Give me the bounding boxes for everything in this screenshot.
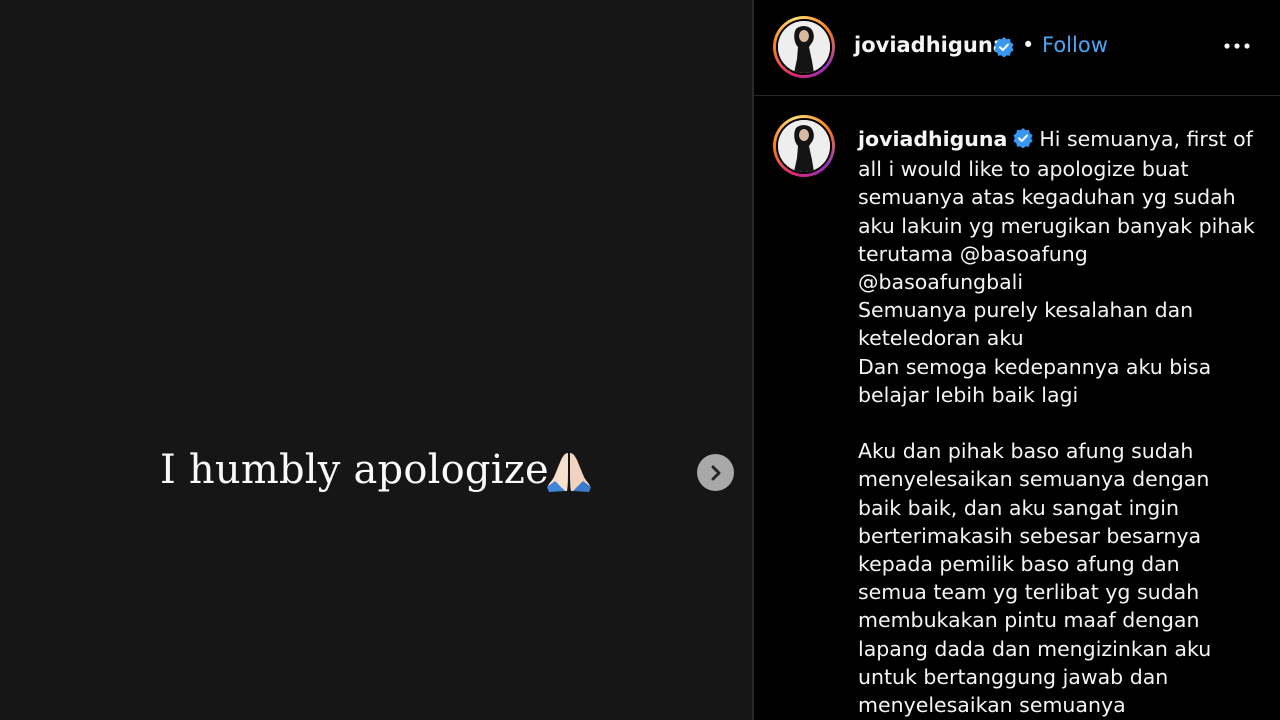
header-username[interactable]: joviadhiguna [854, 33, 1007, 57]
caption-line: keteledoran aku [858, 326, 1024, 351]
caption-line: belajar lebih baik lagi [858, 382, 1079, 407]
next-slide-button[interactable] [697, 454, 734, 491]
post-header: joviadhiguna • Follow [754, 0, 1280, 96]
chevron-right-icon [711, 465, 720, 480]
verified-badge-icon [994, 37, 1014, 61]
caption-line: aku lakuin yg merugikan banyak pihak [858, 213, 1255, 238]
folded-hands-icon [545, 447, 593, 493]
follow-button[interactable]: Follow [1042, 33, 1108, 57]
caption-line: semua team yg terlibat yg sudah [858, 580, 1200, 605]
caption-text: joviadhiguna Hi semuanya, first of all i … [858, 125, 1258, 719]
caption-line: lapang dada dan mengizinkan aku [858, 636, 1212, 661]
post-side-panel: joviadhiguna • Follow joviadhiguna Hi se… [754, 0, 1280, 720]
caption-line: menyelesaikan semuanya dengan [858, 467, 1210, 492]
caption-line: all i would like to apologize buat [858, 157, 1189, 182]
caption-line: menyelesaikan semuanya [858, 693, 1126, 718]
caption-body: Hi semuanya, first of all i would like t… [858, 127, 1255, 717]
caption-line: @basoafungbali [858, 270, 1024, 295]
story-text: I humbly apologize [160, 447, 549, 493]
more-options-icon[interactable] [1220, 34, 1254, 58]
caption-avatar[interactable] [773, 115, 835, 177]
caption-username[interactable]: joviadhiguna [858, 127, 1007, 151]
caption-line: Semuanya purely kesalahan dan [858, 298, 1194, 323]
caption-line: baik baik, dan aku sangat ingin [858, 495, 1179, 520]
caption-line: untuk bertanggung jawab dan [858, 664, 1169, 689]
caption-line: Dan semoga kedepannya aku bisa [858, 354, 1212, 379]
caption-line: Aku dan pihak baso afung sudah [858, 439, 1194, 464]
caption-line: berterimakasih sebesar besarnya [858, 523, 1202, 548]
caption-line: membukakan pintu maaf dengan [858, 608, 1200, 633]
caption-line: kepada pemilik baso afung dan [858, 552, 1180, 577]
caption-line: terutama @basoafung [858, 241, 1088, 266]
avatar[interactable] [773, 16, 835, 78]
separator-dot: • [1022, 33, 1035, 57]
post-media: I humbly apologize [0, 0, 752, 720]
caption-line: Hi semuanya, first of [1039, 127, 1253, 151]
verified-badge-icon [1013, 127, 1033, 155]
caption-line: semuanya atas kegaduhan yg sudah [858, 185, 1236, 210]
